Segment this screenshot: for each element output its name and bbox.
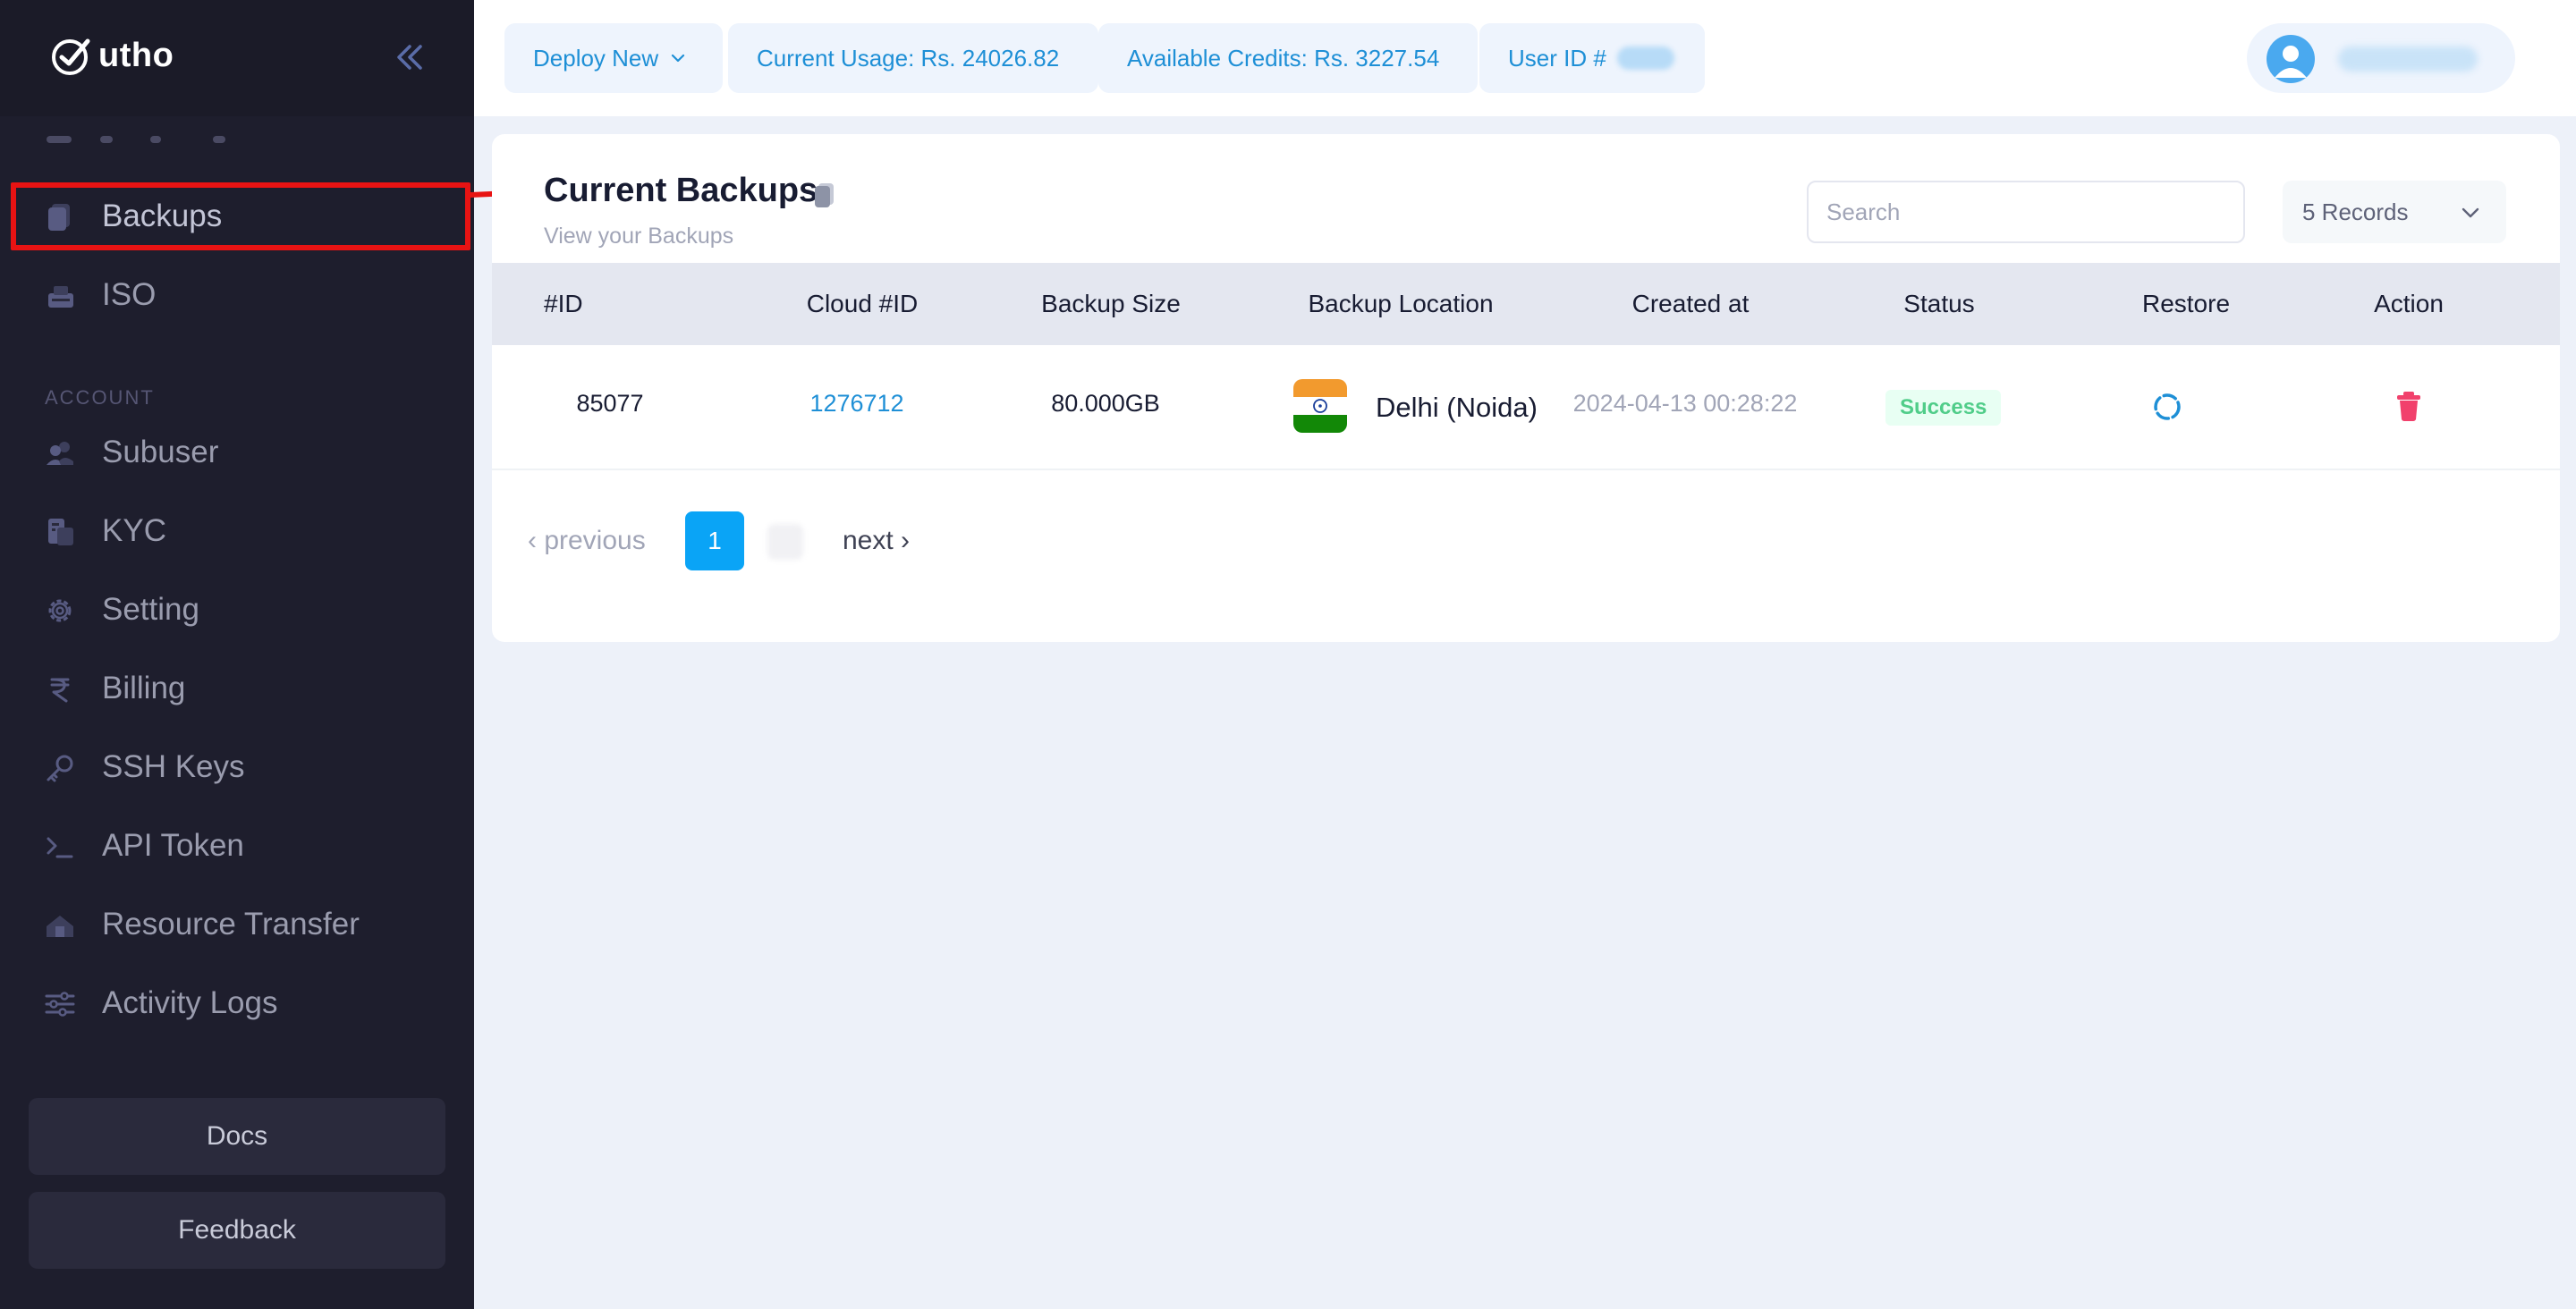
available-credits-label: Available Credits: Rs. 3227.54 [1127,44,1440,72]
partial-menu-label [100,136,225,143]
avatar [2267,35,2315,83]
records-select-value: 5 Records [2302,198,2409,225]
india-flag-icon [1293,379,1347,433]
sidebar-item-label: Subuser [102,435,219,469]
current-usage-label: Current Usage: Rs. 24026.82 [757,44,1060,72]
chevron-down-icon [672,54,685,63]
backup-location: Delhi (Noida) [1376,392,1538,423]
backup-id: 85077 [576,390,644,417]
user-avatar-icon [2275,46,2307,78]
sidebar-item-backups[interactable]: Backups [0,182,474,250]
sidebar-item-label: Setting [102,592,199,627]
user-id-redacted [1616,46,1674,70]
column-header-created-at: Created at [1631,290,1750,317]
pagination-previous[interactable]: ‹ previous [528,511,646,570]
pagination-next[interactable]: next › [843,511,910,570]
sidebar-item-iso[interactable]: ISO [0,261,474,329]
available-credits-chip[interactable]: Available Credits: Rs. 3227.54 [1098,23,1478,93]
cloud-id-link[interactable]: 1276712 [809,390,903,418]
deploy-new-label: Deploy New [533,44,659,72]
pagination-page-redacted[interactable] [767,524,803,560]
page-subtitle: View your Backups [544,224,734,249]
sidebar-item-label: ISO [102,277,157,312]
docs-button[interactable]: Docs [29,1098,445,1175]
rupee-icon [50,678,70,703]
table-header: #ID Cloud #ID Backup Size Backup Locatio… [492,263,2560,345]
logo[interactable]: utho [50,34,174,77]
user-id-label: User ID # [1508,44,1606,72]
user-menu[interactable] [2247,23,2515,93]
collapse-sidebar-icon[interactable] [390,39,429,75]
key-icon [47,755,73,782]
pagination-page-1[interactable]: 1 [685,511,744,570]
sidebar-item-subuser[interactable]: Subuser [0,418,474,486]
column-header-status: Status [1903,290,1975,317]
backups-card: Current Backups View your Backups 5 Reco… [492,134,2560,642]
user-id-chip[interactable]: User ID # [1479,23,1705,93]
sidebar-item-label: KYC [102,513,166,548]
sidebar-item-api-token[interactable]: API Token [0,812,474,880]
column-header-id: #ID [544,290,583,317]
current-usage-chip[interactable]: Current Usage: Rs. 24026.82 [728,23,1098,93]
status-badge: Success [1885,390,2002,426]
logo-check-icon [52,38,90,75]
deploy-new-dropdown[interactable]: Deploy New [504,23,723,93]
column-header-backup-size: Backup Size [1041,290,1181,317]
sidebar-item-label: SSH Keys [102,749,245,784]
chevron-down-icon [2462,207,2479,218]
section-label-account: ACCOUNT [45,386,155,409]
column-header-cloud-id: Cloud #ID [806,290,919,317]
id-card-icon [48,519,73,545]
records-per-page-select[interactable]: 5 Records [2283,181,2506,243]
user-name-redacted [2338,46,2478,72]
sidebar-item-label: Backups [102,198,223,233]
sliders-icon [45,992,75,1017]
column-header-backup-location: Backup Location [1308,290,1494,317]
sidebar-item-billing[interactable]: Billing [0,654,474,722]
sidebar-item-activity-logs[interactable]: Activity Logs [0,969,474,1037]
column-header-action: Action [2374,290,2444,317]
sidebar-item-kyc[interactable]: KYC [0,497,474,565]
sidebar-item-label: Resource Transfer [102,907,360,942]
sidebar-item-ssh-keys[interactable]: SSH Keys [0,733,474,801]
backup-size: 80.000GB [1051,390,1160,417]
sidebar-item-label: Activity Logs [102,985,278,1020]
transfer-icon [47,916,73,937]
topbar: Deploy New Current Usage: Rs. 24026.82 A… [474,0,2576,116]
sidebar-item-label: Billing [102,671,186,705]
logo-text: utho [98,36,174,74]
created-at: 2024-04-13 00:28:22 [1572,390,1798,417]
sidebar: utho Backups ISO ACCOUNT Subuser KYC Set… [0,0,474,1309]
backup-icon [48,204,70,231]
disc-icon [48,286,73,308]
feedback-button[interactable]: Feedback [29,1192,445,1269]
sidebar-item-label: API Token [102,828,244,863]
users-icon [47,442,73,465]
terminal-icon [47,837,73,858]
sidebar-item-setting[interactable]: Setting [0,576,474,644]
sidebar-item-resource-transfer[interactable]: Resource Transfer [0,891,474,959]
backup-title-icon [815,183,834,207]
restore-spinner-icon[interactable] [2151,391,2183,423]
partial-menu-icon [47,136,72,143]
sidebar-header: utho [0,0,474,116]
gear-icon [48,599,72,622]
delete-icon[interactable] [2395,390,2422,422]
search-input[interactable] [1807,181,2245,243]
column-header-restore: Restore [2141,290,2231,317]
page-title: Current Backups [544,172,818,209]
